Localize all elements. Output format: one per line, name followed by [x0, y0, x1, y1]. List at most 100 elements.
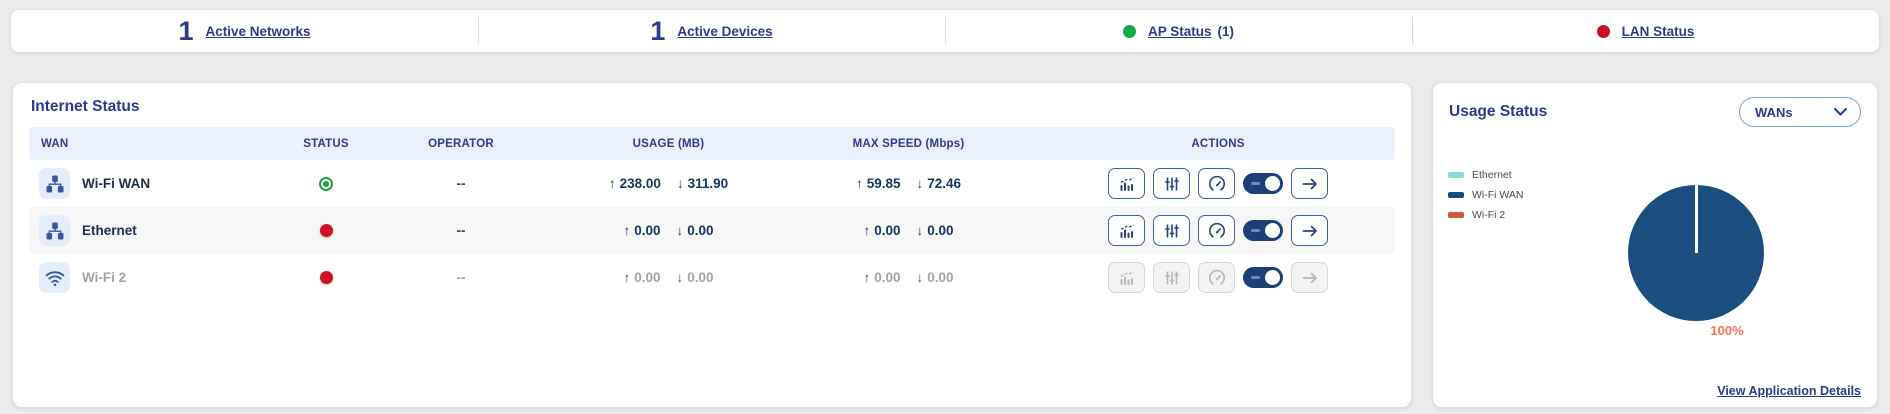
- speed-test-button-disabled: [1198, 262, 1235, 293]
- active-devices-link[interactable]: Active Devices: [677, 24, 772, 39]
- settings-sliders-button[interactable]: [1153, 215, 1190, 246]
- status-cell: [291, 177, 361, 191]
- wans-dropdown-value: WANs: [1755, 105, 1793, 120]
- upload-arrow-icon: ↑: [863, 223, 870, 238]
- speed-upload-value: 59.85: [867, 176, 901, 191]
- toggle-on-mark: [1251, 229, 1260, 232]
- speed-test-button[interactable]: [1198, 168, 1235, 199]
- download-arrow-icon: ↓: [677, 176, 684, 191]
- wan-cell: Wi-Fi 2: [29, 262, 291, 293]
- legend-label: Wi-Fi WAN: [1472, 189, 1524, 201]
- max-speed-cell: ↑0.00 ↓0.00: [776, 270, 1041, 285]
- network-dashboard: 1 Active Networks 1 Active Devices AP St…: [0, 0, 1890, 414]
- pie-percentage-label: 100%: [1682, 323, 1772, 338]
- statistics-button[interactable]: [1108, 168, 1145, 199]
- upload-arrow-icon: ↑: [623, 223, 630, 238]
- wan-cell: Ethernet: [29, 215, 291, 246]
- usage-download-value: 311.90: [688, 176, 729, 191]
- status-cell: [291, 271, 361, 284]
- statistics-button[interactable]: [1108, 215, 1145, 246]
- stat-lan-status: LAN Status: [1412, 10, 1879, 52]
- speed-download-value: 72.46: [927, 176, 961, 191]
- legend-swatch: [1448, 212, 1464, 218]
- wifi-icon: [39, 262, 70, 293]
- lan-status-red-dot-icon: [1597, 25, 1610, 38]
- status-cell: [291, 224, 361, 237]
- wan-table-header: WAN STATUS OPERATOR USAGE (MB) MAX SPEED…: [29, 127, 1395, 160]
- usage-download-value: 0.00: [687, 223, 713, 238]
- network-nodes-icon: [39, 215, 70, 246]
- col-header-actions: ACTIONS: [1041, 138, 1395, 150]
- lan-status-link[interactable]: LAN Status: [1622, 24, 1695, 39]
- pie-legend: Ethernet Wi-Fi WAN Wi-Fi 2: [1448, 169, 1524, 221]
- active-networks-link[interactable]: Active Networks: [205, 24, 310, 39]
- upload-arrow-icon: ↑: [856, 176, 863, 191]
- operator-cell: --: [361, 223, 561, 238]
- usage-upload-value: 0.00: [634, 270, 660, 285]
- download-arrow-icon: ↓: [917, 176, 924, 191]
- speed-download-value: 0.00: [927, 223, 953, 238]
- toggle-knob: [1265, 176, 1280, 191]
- details-arrow-button[interactable]: [1291, 168, 1328, 199]
- usage-upload-value: 0.00: [634, 223, 660, 238]
- toggle-knob: [1265, 223, 1280, 238]
- legend-item-ethernet: Ethernet: [1448, 169, 1524, 181]
- usage-download-value: 0.00: [687, 270, 713, 285]
- usage-status-panel: Usage Status WANs Ethernet Wi-Fi WAN Wi-…: [1432, 82, 1878, 408]
- table-row-ethernet: Ethernet -- ↑0.00 ↓0.00 ↑0.00 ↓0.00: [29, 207, 1395, 254]
- internet-status-title: Internet Status: [31, 98, 1395, 116]
- upload-arrow-icon: ↑: [863, 270, 870, 285]
- usage-status-header: Usage Status WANs: [1433, 83, 1877, 127]
- speed-test-button[interactable]: [1198, 215, 1235, 246]
- pie-slice-gap: [1695, 185, 1698, 253]
- toggle-on-mark: [1251, 182, 1260, 185]
- wan-name: Wi-Fi 2: [82, 270, 126, 285]
- speed-download-value: 0.00: [927, 270, 953, 285]
- stat-ap-status: AP Status (1): [945, 10, 1412, 52]
- actions-cell: [1041, 168, 1395, 199]
- download-arrow-icon: ↓: [917, 223, 924, 238]
- wan-enable-toggle[interactable]: [1243, 220, 1283, 241]
- legend-swatch: [1448, 172, 1464, 178]
- usage-cell: ↑0.00 ↓0.00: [561, 270, 776, 285]
- usage-upload-value: 238.00: [620, 176, 661, 191]
- stat-active-networks: 1 Active Networks: [11, 10, 478, 52]
- legend-swatch: [1448, 192, 1464, 198]
- wan-enable-toggle[interactable]: [1243, 173, 1283, 194]
- details-arrow-button-disabled: [1291, 262, 1328, 293]
- usage-cell: ↑ 238.00 ↓ 311.90: [561, 176, 776, 191]
- settings-sliders-button[interactable]: [1153, 168, 1190, 199]
- wan-name: Ethernet: [82, 223, 137, 238]
- usage-status-title: Usage Status: [1449, 103, 1547, 121]
- statistics-button-disabled: [1108, 262, 1145, 293]
- upload-arrow-icon: ↑: [609, 176, 616, 191]
- legend-label: Wi-Fi 2: [1472, 209, 1505, 221]
- col-header-operator: OPERATOR: [361, 138, 561, 150]
- speed-upload-value: 0.00: [874, 223, 900, 238]
- toggle-knob: [1265, 270, 1280, 285]
- wan-name: Wi-Fi WAN: [82, 176, 150, 191]
- ap-status-green-dot-icon: [1123, 25, 1136, 38]
- usage-cell: ↑0.00 ↓0.00: [561, 223, 776, 238]
- details-arrow-button[interactable]: [1291, 215, 1328, 246]
- internet-status-panel: Internet Status WAN STATUS OPERATOR USAG…: [12, 82, 1412, 408]
- wans-dropdown[interactable]: WANs: [1739, 97, 1861, 127]
- active-networks-count: 1: [178, 18, 193, 45]
- upload-arrow-icon: ↑: [623, 270, 630, 285]
- pie-slice-wifi-wan: [1628, 185, 1764, 321]
- operator-cell: --: [361, 176, 561, 191]
- max-speed-cell: ↑0.00 ↓0.00: [776, 223, 1041, 238]
- wan-enable-toggle[interactable]: [1243, 267, 1283, 288]
- settings-sliders-button-disabled: [1153, 262, 1190, 293]
- active-devices-count: 1: [650, 18, 665, 45]
- table-row-wifi-wan: Wi-Fi WAN -- ↑238.00 ↓311.90 ↑59.85 ↓72.…: [29, 160, 1395, 207]
- table-row-wifi-2: Wi-Fi 2 -- ↑0.00 ↓0.00 ↑0.00 ↓0.00: [29, 254, 1395, 301]
- ap-status-count: (1): [1218, 24, 1235, 39]
- chevron-down-icon: [1834, 108, 1847, 116]
- legend-label: Ethernet: [1472, 169, 1512, 181]
- view-application-details-link[interactable]: View Application Details: [1717, 384, 1861, 398]
- status-disconnected-icon: [320, 271, 333, 284]
- ap-status-link[interactable]: AP Status: [1148, 24, 1212, 39]
- download-arrow-icon: ↓: [677, 270, 684, 285]
- network-nodes-icon: [39, 168, 70, 199]
